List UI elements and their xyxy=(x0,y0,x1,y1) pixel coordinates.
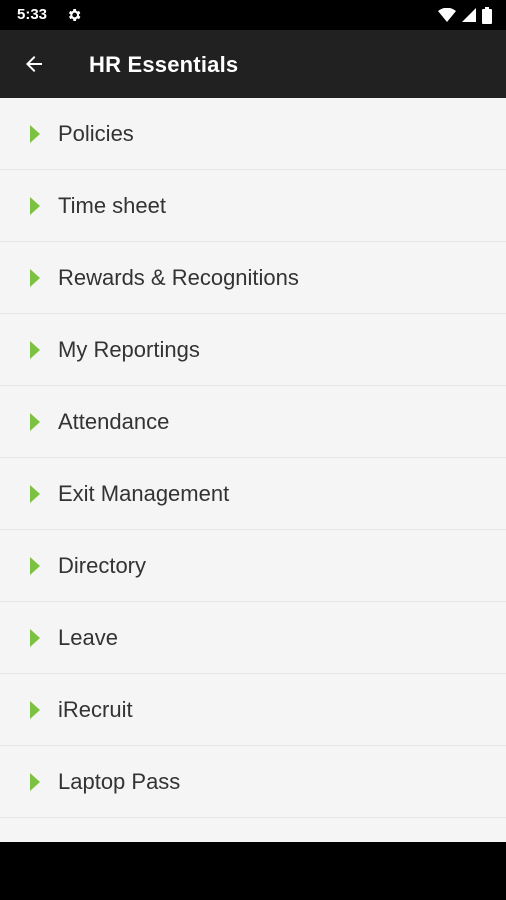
menu-item[interactable]: Rewards & Recognitions xyxy=(0,242,506,314)
signal-icon xyxy=(462,8,476,22)
caret-right-icon xyxy=(30,412,40,431)
app-bar: HR Essentials xyxy=(0,30,506,98)
menu-item-label: My Reportings xyxy=(58,336,200,362)
menu-item-label: Laptop Pass xyxy=(58,768,181,794)
caret-right-icon xyxy=(30,340,40,359)
menu-item[interactable]: My Reportings xyxy=(0,314,506,386)
menu-item-label: Policies xyxy=(58,120,134,146)
caret-right-icon xyxy=(30,268,40,287)
system-nav-bar xyxy=(0,842,506,900)
menu-item[interactable]: Directory xyxy=(0,530,506,602)
caret-right-icon xyxy=(30,700,40,719)
caret-right-icon xyxy=(30,772,40,791)
status-time: 5:33 xyxy=(17,6,48,23)
menu-item-label: Leave xyxy=(58,624,118,650)
wifi-icon xyxy=(438,8,456,22)
menu-item-label: Exit Management xyxy=(58,480,230,506)
caret-right-icon xyxy=(30,196,40,215)
caret-right-icon xyxy=(30,556,40,575)
caret-right-icon xyxy=(30,124,40,143)
menu-item[interactable]: Leave xyxy=(0,602,506,674)
menu-item[interactable]: Attendance xyxy=(0,386,506,458)
menu-item[interactable]: iRecruit xyxy=(0,674,506,746)
gear-icon xyxy=(68,9,81,21)
caret-right-icon xyxy=(30,484,40,503)
menu-item-label: Attendance xyxy=(58,408,170,434)
status-icons xyxy=(438,6,492,24)
menu-item[interactable]: Policies xyxy=(0,98,506,170)
menu-item-label: Directory xyxy=(58,552,147,578)
battery-icon xyxy=(482,6,492,24)
menu-item-label: Rewards & Recognitions xyxy=(58,264,299,290)
menu-item-label: iRecruit xyxy=(58,696,133,722)
caret-right-icon xyxy=(30,628,40,647)
menu-item[interactable]: Exit Management xyxy=(0,458,506,530)
status-bar: 5:33 xyxy=(0,0,506,30)
back-button[interactable] xyxy=(14,44,54,84)
menu-item[interactable]: Time sheet xyxy=(0,170,506,242)
page-title: HR Essentials xyxy=(89,52,239,77)
menu-item[interactable]: Laptop Pass xyxy=(0,746,506,818)
arrow-left-icon xyxy=(26,56,42,72)
menu-list: Policies Time sheet Rewards & Recognitio… xyxy=(0,98,506,842)
menu-item-label: Time sheet xyxy=(58,192,167,218)
